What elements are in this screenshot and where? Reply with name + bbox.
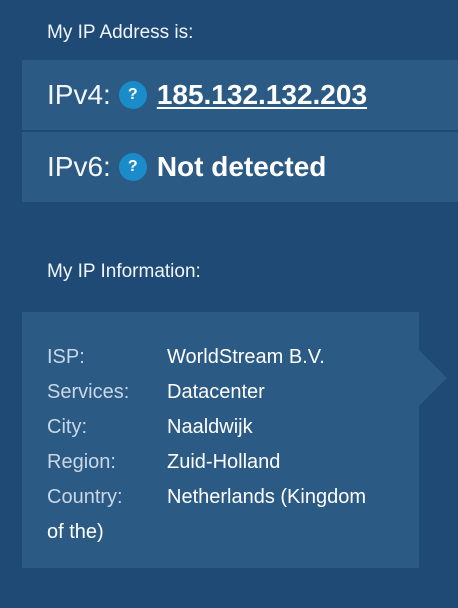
address-heading: My IP Address is: <box>47 22 194 43</box>
isp-value: WorldStream B.V. <box>167 346 325 368</box>
region-key: Region: <box>47 451 116 473</box>
ipv6-row: IPv6: ? Not detected <box>22 132 458 202</box>
info-row-city: City: Naaldwijk <box>47 410 407 445</box>
ipv6-value: Not detected <box>156 151 327 182</box>
isp-key: ISP: <box>47 346 85 368</box>
country-value-continued: of the) <box>47 521 104 543</box>
panel-pointer-arrow-icon <box>419 350 447 406</box>
services-value: Datacenter <box>167 381 265 403</box>
city-value: Naaldwijk <box>167 416 253 438</box>
city-key: City: <box>47 416 87 438</box>
info-heading: My IP Information: <box>47 261 201 282</box>
country-value: Netherlands (Kingdom <box>167 486 366 508</box>
ipv6-label: IPv6: <box>47 151 111 182</box>
services-key: Services: <box>47 381 130 403</box>
ipv4-row: IPv4: ? 185.132.132.203 <box>22 60 458 130</box>
ipv4-help-icon[interactable]: ? <box>118 81 147 109</box>
ipv4-address-link[interactable]: 185.132.132.203 <box>157 79 367 111</box>
info-row-region: Region: Zuid-Holland <box>47 445 407 480</box>
ipv4-label: IPv4: <box>47 79 111 110</box>
info-table: ISP: WorldStream B.V. Services: Datacenter… <box>47 340 407 550</box>
country-key: Country: <box>47 486 123 508</box>
info-row-isp: ISP: WorldStream B.V. <box>47 340 407 375</box>
info-row-services: Services: Datacenter <box>47 375 407 410</box>
region-value: Zuid-Holland <box>167 451 281 473</box>
info-row-country: Country: Netherlands (Kingdom of the) <box>47 480 407 550</box>
ipv6-help-icon[interactable]: ? <box>118 153 147 181</box>
